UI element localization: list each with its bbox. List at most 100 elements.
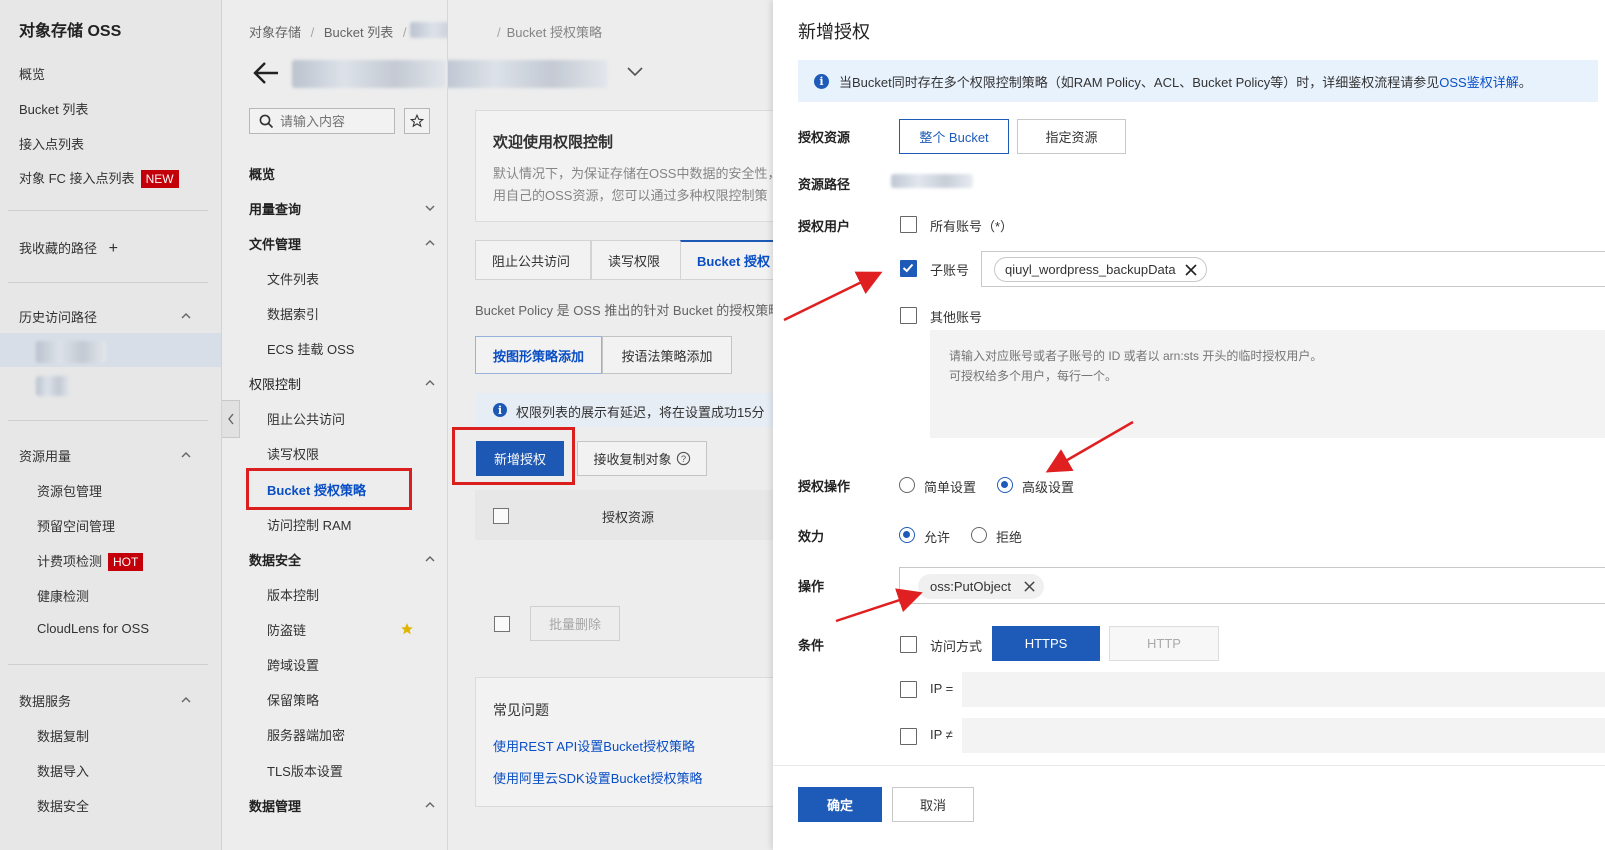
bucket-nav-versioning[interactable]: 版本控制 bbox=[267, 585, 319, 604]
bucket-nav-file-list[interactable]: 文件列表 bbox=[267, 269, 319, 288]
chevron-up-icon[interactable] bbox=[424, 799, 436, 811]
other-account-checkbox[interactable] bbox=[900, 307, 917, 324]
http-button[interactable]: HTTP bbox=[1109, 626, 1219, 661]
bucket-nav-ram[interactable]: 访问控制 RAM bbox=[267, 515, 352, 534]
bucket-nav-block-public[interactable]: 阻止公共访问 bbox=[267, 409, 345, 428]
bucket-nav-retention[interactable]: 保留策略 bbox=[267, 690, 319, 709]
history-item-redacted[interactable] bbox=[36, 376, 70, 396]
resource-usage-section[interactable]: 资源用量 bbox=[19, 446, 71, 465]
chevron-up-icon[interactable] bbox=[180, 310, 192, 322]
batch-select-checkbox[interactable] bbox=[494, 616, 510, 632]
sub-account-label: 子账号 bbox=[930, 263, 970, 278]
tab-acl[interactable]: 读写权限 bbox=[591, 240, 681, 280]
sidebar-collapse-toggle[interactable] bbox=[222, 400, 240, 438]
bucket-nav-usage-query[interactable]: 用量查询 bbox=[249, 199, 301, 218]
simple-setting-radio[interactable] bbox=[899, 477, 915, 493]
bucket-nav-file-mgmt[interactable]: 文件管理 bbox=[249, 234, 301, 253]
nav-item-resource-pack[interactable]: 资源包管理 bbox=[37, 481, 102, 500]
oss-auth-detail-link[interactable]: OSS鉴权详解 bbox=[1439, 72, 1518, 91]
star-filled-icon[interactable] bbox=[400, 622, 414, 636]
remove-tag-icon[interactable] bbox=[1184, 263, 1198, 277]
chevron-up-icon[interactable] bbox=[424, 553, 436, 565]
tab-block-public[interactable]: 阻止公共访问 bbox=[475, 240, 591, 280]
access-method-checkbox[interactable] bbox=[900, 636, 917, 653]
nav-item-health-check[interactable]: 健康检测 bbox=[37, 586, 89, 605]
bucket-nav-acl[interactable]: 读写权限 bbox=[267, 444, 319, 463]
help-icon[interactable]: ? bbox=[676, 451, 691, 466]
welcome-card: 欢迎使用权限控制 默认情况下，为保证存储在OSS中数据的安全性， 用自己的OSS… bbox=[475, 110, 773, 222]
other-account-input[interactable] bbox=[930, 330, 1605, 438]
nav-item-data-import[interactable]: 数据导入 bbox=[37, 761, 89, 780]
deny-radio[interactable] bbox=[971, 527, 987, 543]
data-services-section[interactable]: 数据服务 bbox=[19, 691, 71, 710]
ip-equal-checkbox[interactable] bbox=[900, 681, 917, 698]
chevron-up-icon[interactable] bbox=[424, 377, 436, 389]
bucket-nav-cors[interactable]: 跨域设置 bbox=[267, 655, 319, 674]
faq-link-rest-api[interactable]: 使用REST API设置Bucket授权策略 bbox=[493, 736, 695, 755]
history-item-redacted[interactable] bbox=[36, 341, 106, 363]
advanced-setting-label: 高级设置 bbox=[1022, 480, 1075, 495]
nav-item-cloudlens[interactable]: CloudLens for OSS bbox=[37, 621, 149, 636]
graphic-policy-button[interactable]: 按图形策略添加 bbox=[475, 336, 602, 374]
bucket-nav-tls[interactable]: TLS版本设置 bbox=[267, 761, 343, 780]
syntax-policy-button[interactable]: 按语法策略添加 bbox=[602, 336, 732, 374]
bucket-nav-data-security[interactable]: 数据安全 bbox=[249, 550, 301, 569]
batch-delete-button[interactable]: 批量删除 bbox=[530, 606, 620, 641]
bucket-nav-overview[interactable]: 概览 bbox=[249, 164, 275, 183]
sub-account-input[interactable]: qiuyl_wordpress_backupData bbox=[981, 251, 1605, 287]
tab-bucket-policy[interactable]: Bucket 授权 bbox=[680, 240, 773, 280]
cancel-button[interactable]: 取消 bbox=[892, 787, 974, 822]
faq-link-sdk[interactable]: 使用阿里云SDK设置Bucket授权策略 bbox=[493, 768, 702, 787]
all-accounts-checkbox[interactable] bbox=[900, 216, 917, 233]
bucket-nav-data-mgmt[interactable]: 数据管理 bbox=[249, 796, 301, 815]
bucket-nav-data-index[interactable]: 数据索引 bbox=[267, 304, 319, 323]
back-arrow-icon[interactable] bbox=[252, 60, 280, 86]
bucket-nav-permission[interactable]: 权限控制 bbox=[249, 374, 301, 393]
chevron-up-icon[interactable] bbox=[424, 237, 436, 249]
nav-search-input[interactable] bbox=[280, 113, 390, 129]
ip-equal-input[interactable] bbox=[962, 672, 1605, 707]
chevron-down-icon[interactable] bbox=[626, 66, 644, 78]
confirm-button[interactable]: 确定 bbox=[798, 787, 882, 822]
bucket-nav-ecs-mount[interactable]: ECS 挂载 OSS bbox=[267, 339, 354, 358]
ip-not-equal-checkbox[interactable] bbox=[900, 728, 917, 745]
history-item-highlight[interactable] bbox=[0, 333, 221, 367]
ip-not-equal-input[interactable] bbox=[962, 718, 1605, 753]
remove-tag-icon[interactable] bbox=[1023, 580, 1036, 593]
resource-path-label: 资源路径 bbox=[798, 177, 851, 192]
nav-item-billing-check[interactable]: 计费项检测 HOT bbox=[37, 551, 144, 571]
breadcrumb-separator: / bbox=[497, 25, 501, 40]
nav-item-bucket-list[interactable]: Bucket 列表 bbox=[19, 99, 88, 118]
breadcrumb-bucket-list[interactable]: Bucket 列表 bbox=[324, 25, 393, 40]
chevron-up-icon[interactable] bbox=[180, 694, 192, 706]
resource-specific-button[interactable]: 指定资源 bbox=[1017, 119, 1126, 154]
select-all-checkbox[interactable] bbox=[493, 508, 509, 524]
advanced-setting-radio[interactable] bbox=[997, 477, 1013, 493]
nav-item-reserved-space[interactable]: 预留空间管理 bbox=[37, 516, 115, 535]
nav-item-access-points[interactable]: 接入点列表 bbox=[19, 134, 84, 153]
nav-item-data-security[interactable]: 数据安全 bbox=[37, 796, 89, 815]
nav-search[interactable] bbox=[249, 108, 395, 134]
receive-copy-button[interactable]: 接收复制对象 ? bbox=[577, 441, 707, 476]
nav-item-fc-access-points[interactable]: 对象 FC 接入点列表 NEW bbox=[19, 168, 179, 188]
nav-item-data-replication[interactable]: 数据复制 bbox=[37, 726, 89, 745]
info-icon: i bbox=[493, 403, 507, 417]
resource-whole-bucket-button[interactable]: 整个 Bucket bbox=[899, 119, 1009, 154]
favorites-section[interactable]: 我收藏的路径 + bbox=[19, 238, 118, 258]
breadcrumb-current: / Bucket 授权策略 bbox=[497, 22, 602, 41]
bucket-nav-hotlink[interactable]: 防盗链 bbox=[267, 620, 306, 639]
https-button[interactable]: HTTPS bbox=[992, 626, 1100, 661]
bucket-nav-encryption[interactable]: 服务器端加密 bbox=[267, 725, 345, 744]
history-section[interactable]: 历史访问路径 bbox=[19, 307, 97, 326]
allow-radio[interactable] bbox=[899, 527, 915, 543]
breadcrumb-oss[interactable]: 对象存储 bbox=[249, 25, 301, 40]
sub-account-checkbox[interactable] bbox=[900, 260, 917, 277]
add-favorite-icon[interactable]: + bbox=[109, 240, 118, 257]
chevron-down-icon[interactable] bbox=[424, 202, 436, 214]
favorite-button[interactable] bbox=[404, 108, 430, 134]
other-account-label: 其他账号 bbox=[930, 310, 983, 325]
action-select[interactable]: oss:PutObject bbox=[899, 567, 1605, 604]
nav-item-overview[interactable]: 概览 bbox=[19, 64, 45, 83]
user-label: 授权用户 bbox=[798, 219, 851, 234]
chevron-up-icon[interactable] bbox=[180, 449, 192, 461]
